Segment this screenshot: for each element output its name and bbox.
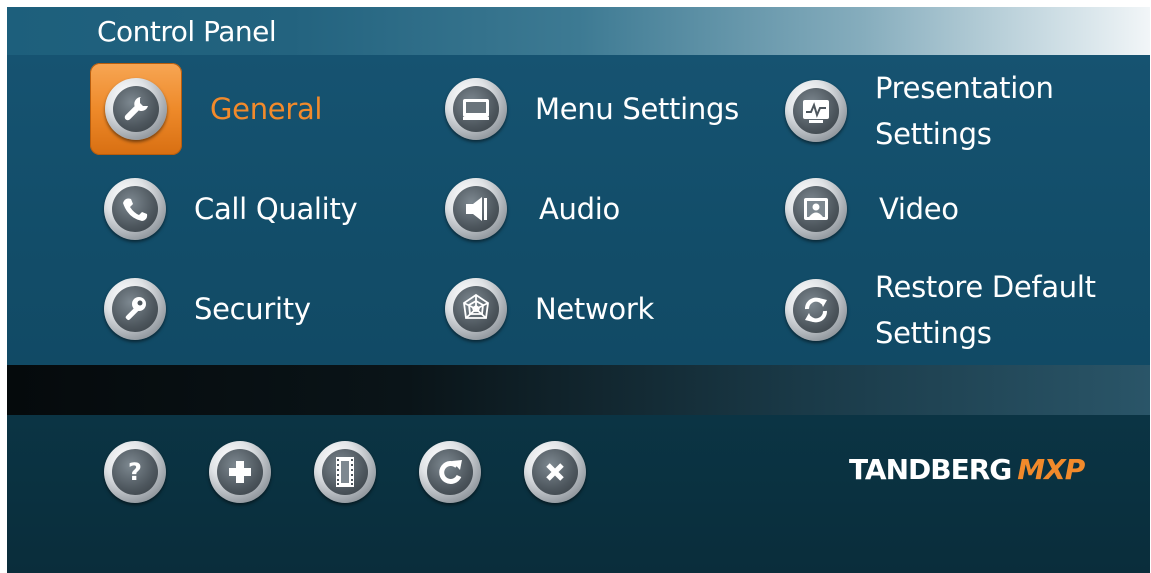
menu-item-general[interactable]: General [90,63,322,155]
menu-label-menu-settings: Menu Settings [535,92,739,126]
brand-logo: TANDBERG MXP [849,453,1085,486]
brand-sub: MXP [1017,453,1085,486]
key-icon [104,278,166,340]
menu-label-video: Video [879,192,959,226]
film-button[interactable] [314,441,376,503]
refresh-button[interactable] [419,441,481,503]
menu-label-audio: Audio [539,192,620,226]
bottom-toolbar: ? TANDBERG MXP [7,415,1150,573]
menu-item-audio[interactable]: Audio [445,174,620,244]
menu-label-restore-default-settings: Restore Default Settings [875,264,1096,356]
help-button[interactable]: ? [104,441,166,503]
menu-item-network[interactable]: Network [445,274,654,344]
menu-label-restore-line2: Settings [875,316,992,350]
menu-item-video[interactable]: Video [785,174,959,244]
menu-item-call-quality[interactable]: Call Quality [104,174,358,244]
add-button[interactable] [209,441,271,503]
brand-name: TANDBERG [849,453,1012,486]
wrench-icon [105,78,167,140]
menu-label-presentation-line2: Settings [875,117,992,151]
menu-panel: General Menu Settings Presentation Setti… [7,55,1150,365]
menu-item-menu-settings[interactable]: Menu Settings [445,74,739,144]
divider-strip [7,365,1150,415]
menu-item-presentation-settings[interactable]: Presentation Settings [785,65,1054,157]
speaker-icon [445,178,507,240]
menu-item-restore-default-settings[interactable]: Restore Default Settings [785,264,1096,356]
close-icon [532,449,578,495]
phone-handset-icon [104,178,166,240]
menu-item-security[interactable]: Security [104,274,311,344]
title-bar: Control Panel [7,7,1150,55]
menu-label-restore-line1: Restore Default [875,270,1096,304]
page-title: Control Panel [97,15,277,48]
refresh-icon [427,449,473,495]
close-button[interactable] [524,441,586,503]
menu-label-call-quality: Call Quality [194,192,358,226]
network-web-icon [445,278,507,340]
menu-label-presentation-settings: Presentation Settings [875,65,1054,157]
menu-label-general: General [210,92,323,126]
monitor-icon [445,78,507,140]
menu-label-security: Security [194,292,311,326]
selection-highlight [90,63,182,155]
menu-label-presentation-line1: Presentation [875,71,1054,105]
presentation-icon [785,80,847,142]
menu-label-network: Network [535,292,654,326]
control-panel-window: Control Panel General Menu Settings Pres… [7,7,1150,573]
film-icon [322,449,368,495]
help-icon: ? [112,449,158,495]
plus-icon [217,449,263,495]
restore-icon [785,279,847,341]
video-icon [785,178,847,240]
